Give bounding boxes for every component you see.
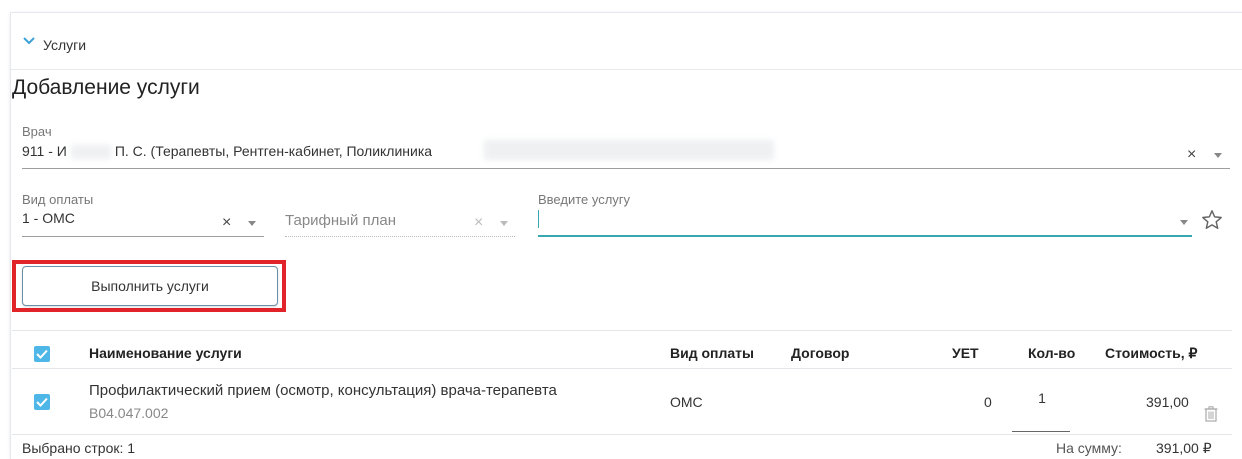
doctor-label: Врач — [22, 124, 52, 139]
column-header-payment[interactable]: Вид оплаты — [670, 345, 754, 361]
column-header-name[interactable]: Наименование услуги — [89, 345, 242, 361]
trash-icon[interactable] — [1204, 406, 1218, 422]
column-header-uet[interactable]: УЕТ — [952, 345, 979, 361]
quantity-underline — [1012, 431, 1070, 432]
doctor-caret-down-icon[interactable] — [1214, 153, 1222, 158]
total-label: На сумму: — [1056, 440, 1122, 456]
tariff-underline — [285, 236, 515, 237]
doctor-clear-close-icon[interactable]: × — [1187, 146, 1196, 164]
form-heading: Добавление услуги — [12, 76, 200, 99]
execute-services-button[interactable]: Выполнить услуги — [22, 266, 278, 306]
check-icon — [36, 397, 48, 407]
service-name: Профилактический прием (осмотр, консульт… — [89, 382, 557, 399]
column-header-qty[interactable]: Кол-во — [1028, 345, 1075, 361]
divider — [12, 330, 1232, 331]
payment-caret-down-icon[interactable] — [248, 221, 256, 226]
payment-clear-close-icon[interactable]: × — [222, 214, 231, 232]
redacted-block — [484, 140, 774, 160]
service-underline — [538, 235, 1192, 237]
divider — [12, 434, 1232, 435]
row-cost: 391,00 — [1146, 394, 1189, 410]
section-title: Услуги — [43, 37, 87, 53]
payment-field[interactable]: 1 - ОМС — [22, 210, 75, 226]
star-icon[interactable] — [1201, 209, 1223, 231]
payment-underline — [22, 236, 264, 237]
doctor-field[interactable]: 911 - И П. С. (Терапевты, Рентген-кабинет… — [22, 143, 433, 160]
redacted-block — [70, 145, 111, 160]
total-value: 391,00 ₽ — [1156, 440, 1212, 456]
service-code: B04.047.002 — [89, 405, 169, 421]
doctor-underline — [22, 168, 1230, 169]
tariff-plan-field[interactable]: Тарифный план — [285, 212, 396, 229]
service-label: Введите услугу — [538, 192, 631, 207]
row-payment: ОМС — [670, 394, 703, 410]
row-uet: 0 — [984, 394, 992, 410]
select-all-checkbox[interactable] — [34, 346, 50, 362]
column-header-cost[interactable]: Стоимость, ₽ — [1105, 345, 1197, 362]
selected-rows-count: Выбрано строк: 1 — [22, 440, 136, 456]
chevron-down-icon[interactable] — [23, 37, 35, 45]
check-icon — [36, 349, 48, 359]
payment-label: Вид оплаты — [22, 192, 94, 207]
quantity-input[interactable]: 1 — [1037, 390, 1047, 406]
doctor-value-rest: П. С. (Терапевты, Рентген-кабинет, Полик… — [114, 143, 433, 159]
row-checkbox[interactable] — [34, 394, 50, 410]
tariff-clear-close-icon[interactable]: × — [474, 214, 483, 232]
column-header-contract[interactable]: Договор — [791, 345, 849, 361]
doctor-value-prefix: 911 - И — [22, 143, 67, 159]
service-caret-down-icon[interactable] — [1180, 220, 1188, 225]
services-section-header[interactable]: Услуги — [11, 13, 1242, 70]
divider — [12, 368, 1232, 369]
text-cursor — [538, 210, 539, 228]
tariff-caret-down-icon[interactable] — [500, 221, 508, 226]
